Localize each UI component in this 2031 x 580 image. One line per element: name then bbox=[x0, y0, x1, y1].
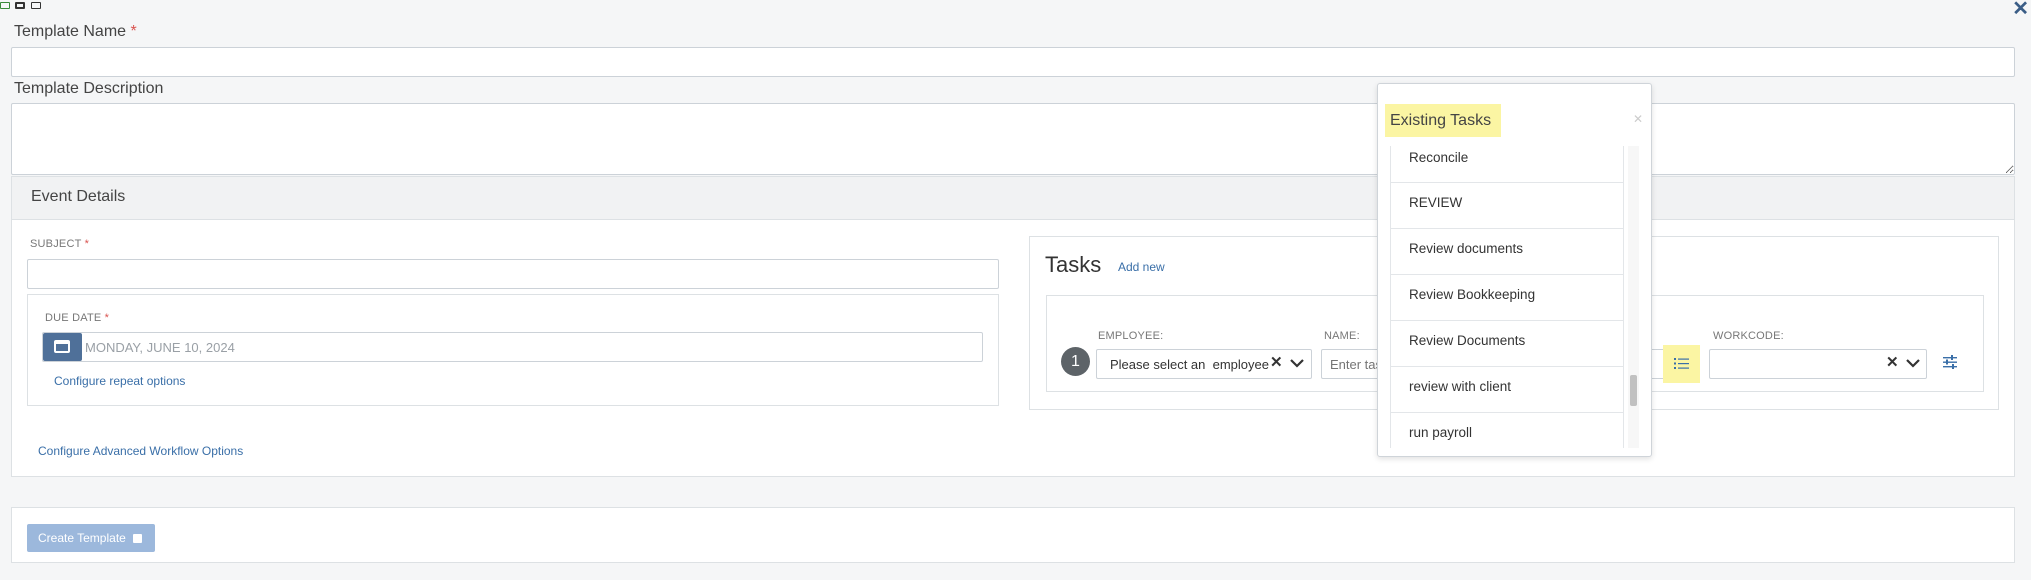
template-name-label: Template Name * bbox=[14, 23, 137, 40]
template-description-label: Template Description bbox=[14, 80, 164, 97]
template-name-input[interactable] bbox=[11, 47, 2015, 77]
due-date-label: DUE DATE * bbox=[45, 312, 110, 324]
name-label: NAME: bbox=[1324, 330, 1360, 342]
list-item[interactable]: review with client bbox=[1391, 367, 1623, 413]
configure-advanced-link[interactable]: Configure Advanced Workflow Options bbox=[38, 444, 243, 458]
clear-icon[interactable]: ✕ bbox=[1886, 353, 1899, 371]
add-task-link[interactable]: Add new bbox=[1118, 260, 1165, 274]
list-item[interactable]: Review Documents bbox=[1391, 321, 1623, 367]
existing-tasks-header: Existing Tasks bbox=[1390, 112, 1492, 129]
configure-repeat-link[interactable]: Configure repeat options bbox=[54, 374, 185, 388]
workcode-label: WORKCODE: bbox=[1713, 330, 1784, 342]
settings-sliders-icon[interactable] bbox=[1943, 355, 1957, 369]
template-description-input[interactable] bbox=[11, 103, 2015, 175]
event-details-header bbox=[12, 177, 2014, 220]
existing-tasks-list: Reconcile REVIEW Review documents Review… bbox=[1390, 146, 1624, 448]
create-template-button[interactable]: Create Template bbox=[27, 524, 155, 552]
window-icon[interactable] bbox=[15, 2, 25, 9]
subject-input[interactable] bbox=[27, 259, 999, 289]
task-number-badge: 1 bbox=[1061, 347, 1090, 376]
due-date-placeholder: MONDAY, JUNE 10, 2024 bbox=[85, 340, 235, 355]
list-item[interactable]: REVIEW bbox=[1391, 183, 1623, 229]
window-icon[interactable] bbox=[31, 2, 41, 9]
close-icon[interactable]: ✕ bbox=[2012, 0, 2029, 21]
employee-label: EMPLOYEE: bbox=[1098, 330, 1164, 342]
employee-select-value: Please select an employee bbox=[1110, 357, 1269, 372]
window-icon[interactable] bbox=[0, 2, 10, 9]
list-item[interactable]: run payroll bbox=[1391, 413, 1623, 448]
footer-panel bbox=[11, 507, 2015, 563]
scrollbar-thumb[interactable] bbox=[1630, 375, 1637, 406]
list-icon bbox=[1674, 358, 1689, 369]
event-details-title: Event Details bbox=[31, 188, 126, 205]
chevron-down-icon[interactable] bbox=[1906, 358, 1920, 368]
chevron-down-icon[interactable] bbox=[1290, 358, 1304, 368]
list-item[interactable]: Review Bookkeeping bbox=[1391, 275, 1623, 321]
clear-icon[interactable]: ✕ bbox=[1270, 353, 1283, 371]
tasks-title: Tasks bbox=[1045, 252, 1102, 277]
subject-label: SUBJECT * bbox=[30, 238, 90, 250]
save-icon bbox=[133, 534, 143, 543]
calendar-icon[interactable] bbox=[43, 333, 82, 361]
close-icon[interactable]: ✕ bbox=[1633, 112, 1643, 126]
list-item[interactable]: Review documents bbox=[1391, 229, 1623, 275]
list-item[interactable]: Reconcile bbox=[1391, 146, 1623, 183]
